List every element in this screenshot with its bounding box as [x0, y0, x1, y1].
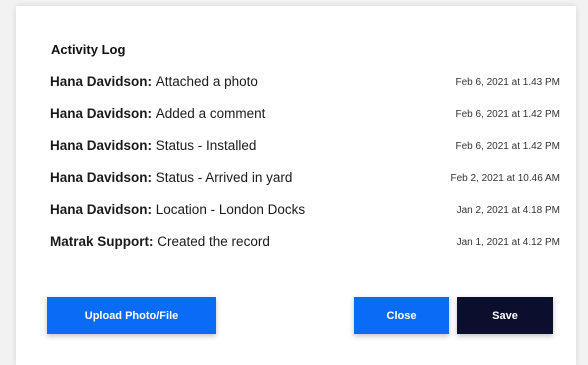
- activity-action: Added a comment: [155, 106, 266, 121]
- activity-date: Feb 2, 2021 at 10.46 AM: [450, 173, 560, 184]
- activity-date: Feb 6, 2021 at 1.42 PM: [455, 109, 560, 120]
- activity-row: Hana Davidson: Attached a photo Feb 6, 2…: [50, 74, 560, 106]
- dialog-title: Activity Log: [51, 42, 126, 57]
- activity-action: Location - London Docks: [155, 202, 306, 217]
- activity-action: Created the record: [157, 234, 270, 249]
- activity-action: Status - Installed: [155, 138, 257, 153]
- activity-entry: Hana Davidson: Location - London Docks: [50, 202, 306, 217]
- activity-user: Hana Davidson: [50, 170, 148, 185]
- activity-row: Hana Davidson: Location - London Docks J…: [50, 202, 560, 234]
- activity-entry: Matrak Support: Created the record: [50, 234, 270, 249]
- activity-date: Jan 1, 2021 at 4.12 PM: [456, 237, 560, 248]
- activity-entry: Hana Davidson: Status - Installed: [50, 138, 257, 153]
- activity-user: Hana Davidson: [50, 138, 148, 153]
- activity-user: Hana Davidson: [50, 74, 148, 89]
- activity-action: Status - Arrived in yard: [155, 170, 293, 185]
- activity-entry: Hana Davidson: Added a comment: [50, 106, 266, 121]
- activity-user: Hana Davidson: [50, 106, 148, 121]
- activity-log-dialog: Activity Log Hana Davidson: Attached a p…: [16, 6, 576, 365]
- activity-user: Hana Davidson: [50, 202, 148, 217]
- activity-action: Attached a photo: [155, 74, 258, 89]
- close-button[interactable]: Close: [354, 297, 449, 334]
- activity-entry: Hana Davidson: Status - Arrived in yard: [50, 170, 293, 185]
- upload-photo-file-button[interactable]: Upload Photo/File: [47, 297, 216, 334]
- activity-date: Feb 6, 2021 at 1.43 PM: [455, 77, 560, 88]
- activity-entry: Hana Davidson: Attached a photo: [50, 74, 258, 89]
- activity-date: Feb 6, 2021 at 1.42 PM: [455, 141, 560, 152]
- activity-row: Matrak Support: Created the record Jan 1…: [50, 234, 560, 266]
- activity-list: Hana Davidson: Attached a photo Feb 6, 2…: [50, 74, 560, 266]
- activity-user: Matrak Support: [50, 234, 150, 249]
- activity-row: Hana Davidson: Added a comment Feb 6, 20…: [50, 106, 560, 138]
- activity-date: Jan 2, 2021 at 4.18 PM: [456, 205, 560, 216]
- activity-row: Hana Davidson: Status - Arrived in yard …: [50, 170, 560, 202]
- save-button[interactable]: Save: [457, 297, 553, 334]
- activity-row: Hana Davidson: Status - Installed Feb 6,…: [50, 138, 560, 170]
